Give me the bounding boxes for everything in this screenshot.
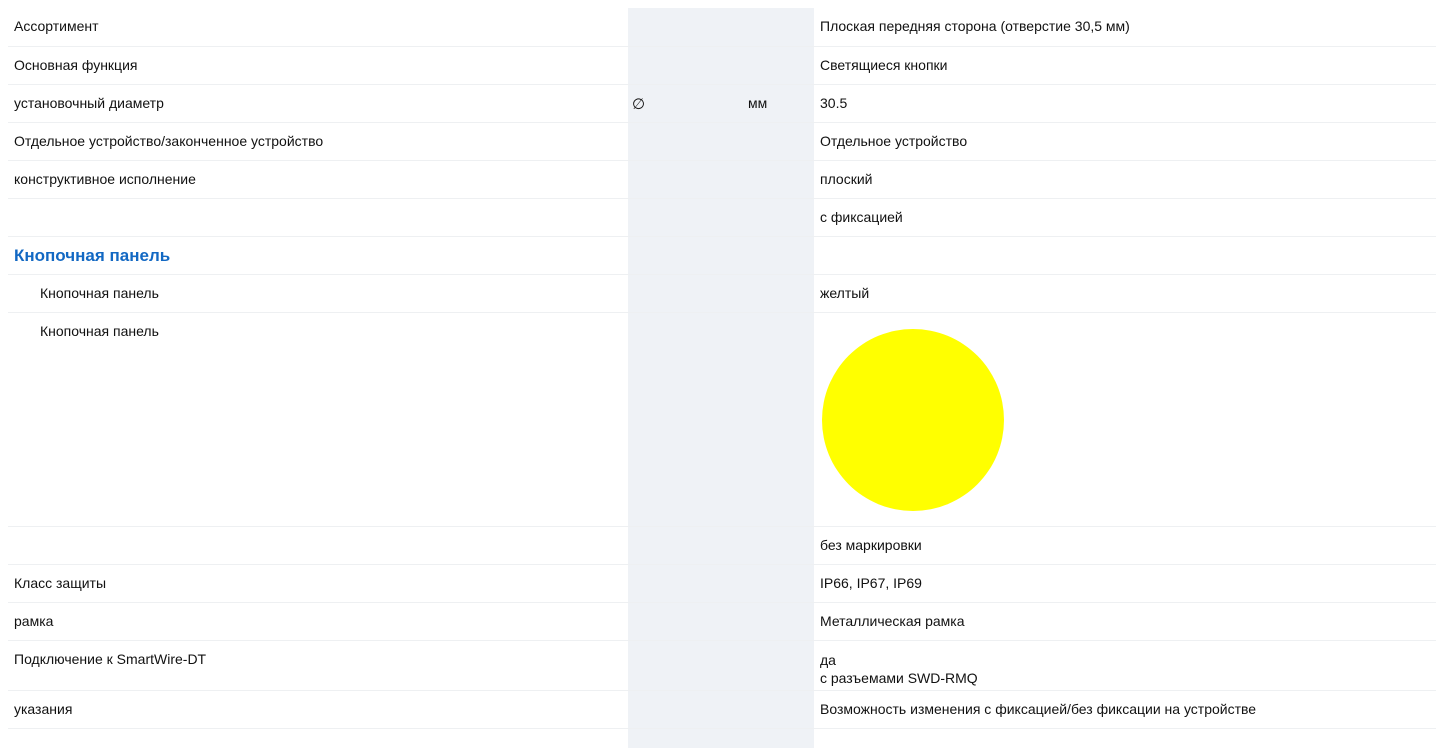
row-label: рамка — [8, 602, 628, 641]
row-value: да с разъемами SWD-RMQ — [814, 640, 1436, 691]
table-row: Подключение к SmartWire-DT да с разъемам… — [8, 640, 1436, 691]
row-label: Подключение к SmartWire-DT — [8, 640, 628, 691]
row-label — [8, 198, 628, 237]
table-row: Ассортимент Плоская передняя сторона (от… — [8, 8, 1436, 47]
row-label: указания — [8, 690, 628, 729]
row-value: Светящиеся кнопки — [814, 46, 1436, 85]
row-value: 30.5 — [814, 84, 1436, 123]
row-label: Кнопочная панель — [8, 312, 628, 527]
row-value-line: с разъемами SWD-RMQ — [820, 669, 978, 686]
row-value: Возможность изменения с фиксацией/без фи… — [814, 690, 1436, 729]
diameter-symbol: ∅ — [628, 84, 742, 123]
spec-table: Ассортимент Плоская передняя сторона (от… — [8, 8, 1436, 729]
row-value: желтый — [814, 274, 1436, 313]
row-value-line: да — [820, 651, 836, 668]
row-value: плоский — [814, 160, 1436, 199]
table-row: Класс защиты IP66, IP67, IP69 — [8, 564, 1436, 603]
row-label: Отдельное устройство/законченное устройс… — [8, 122, 628, 161]
row-value: Отдельное устройство — [814, 122, 1436, 161]
row-label: Кнопочная панель — [8, 274, 628, 313]
table-row: установочный диаметр ∅ мм 30.5 — [8, 84, 1436, 123]
row-label: Основная функция — [8, 46, 628, 85]
table-row: без маркировки — [8, 526, 1436, 565]
row-value: Плоская передняя сторона (отверстие 30,5… — [814, 8, 1436, 47]
row-label: Ассортимент — [8, 8, 628, 47]
row-value: с фиксацией — [814, 198, 1436, 237]
table-row: рамка Металлическая рамка — [8, 602, 1436, 641]
table-row: конструктивное исполнение плоский — [8, 160, 1436, 199]
section-header-row: Кнопочная панель — [8, 236, 1436, 275]
table-row: Кнопочная панель — [8, 312, 1436, 527]
table-row: Кнопочная панель желтый — [8, 274, 1436, 313]
row-label: конструктивное исполнение — [8, 160, 628, 199]
table-row: с фиксацией — [8, 198, 1436, 237]
table-row: Основная функция Светящиеся кнопки — [8, 46, 1436, 85]
row-value: IP66, IP67, IP69 — [814, 564, 1436, 603]
yellow-circle-swatch-icon — [822, 328, 1004, 511]
row-label: Класс защиты — [8, 564, 628, 603]
table-row: Отдельное устройство/законченное устройс… — [8, 122, 1436, 161]
row-value: без маркировки — [814, 526, 1436, 565]
table-row: указания Возможность изменения с фиксаци… — [8, 690, 1436, 729]
row-label — [8, 526, 628, 565]
row-label: установочный диаметр — [8, 84, 628, 123]
section-title: Кнопочная панель — [14, 245, 171, 265]
row-value: Металлическая рамка — [814, 602, 1436, 641]
row-unit: мм — [742, 84, 814, 123]
